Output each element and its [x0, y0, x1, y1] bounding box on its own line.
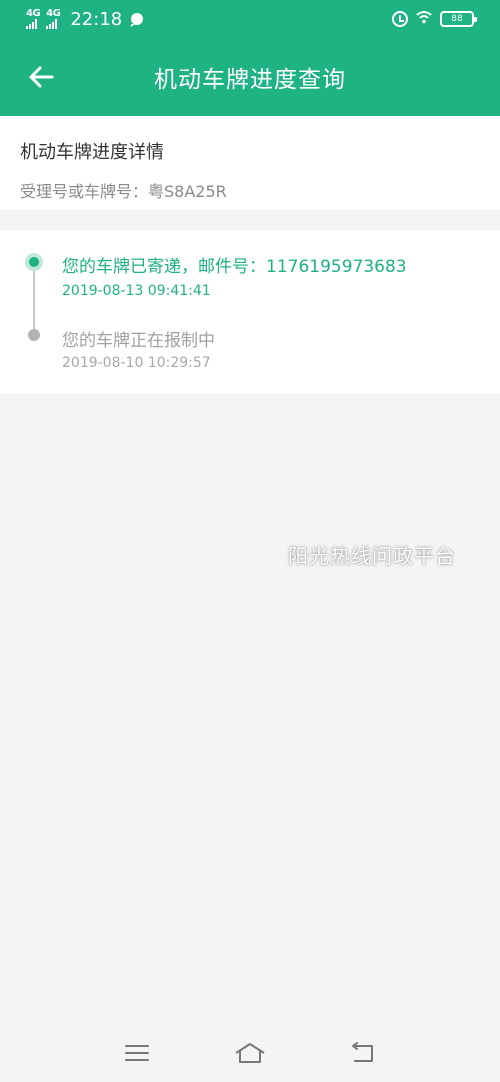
- status-left: 4G 4G 22:18: [26, 8, 144, 30]
- timeline-dot: [28, 329, 40, 341]
- home-button[interactable]: [230, 1033, 270, 1073]
- signal-label-1: 4G: [26, 8, 41, 19]
- plate-info: 受理号或车牌号：粤S8A25R: [20, 178, 480, 202]
- signal-icon-2: 4G: [46, 8, 61, 29]
- timeline-item-time: 2019-08-13 09:41:41: [62, 283, 211, 299]
- timeline-item-time: 2019-08-10 10:29:57: [62, 355, 211, 371]
- status-right: 88: [392, 10, 477, 28]
- status-time: 22:18: [70, 8, 123, 30]
- menu-icon: [124, 1045, 149, 1061]
- timeline-connector: [33, 262, 35, 334]
- plate-value: 粤S8A25R: [148, 182, 227, 201]
- home-icon: [235, 1043, 265, 1063]
- signal-icon: 4G: [26, 8, 41, 29]
- arrow-left-icon: [29, 66, 54, 88]
- return-button[interactable]: [343, 1033, 383, 1073]
- battery-level: 88: [451, 14, 463, 24]
- timeline-dot-active: [25, 253, 43, 271]
- plate-label: 受理号或车牌号：: [20, 182, 149, 201]
- system-nav-bar: [0, 1024, 500, 1082]
- battery-icon: 88: [440, 11, 477, 27]
- status-bar: 4G 4G 22:18 88: [0, 0, 500, 38]
- info-card: 机动车牌进度详情 受理号或车牌号：粤S8A25R: [0, 116, 500, 210]
- app-header: 机动车牌进度查询: [0, 38, 500, 116]
- timeline-item-text: 您的车牌已寄递，邮件号：1176195973683: [62, 257, 407, 277]
- wifi-icon: [416, 10, 432, 28]
- menu-button[interactable]: [117, 1033, 157, 1073]
- return-icon: [352, 1042, 374, 1062]
- message-bubble-icon: [131, 13, 144, 27]
- alarm-clock-icon: [392, 11, 408, 27]
- watermark: 阳光热线问政平台: [288, 544, 456, 568]
- info-title: 机动车牌进度详情: [20, 142, 164, 163]
- page-title: 机动车牌进度查询: [154, 67, 346, 93]
- signal-label-2: 4G: [46, 8, 61, 19]
- back-button[interactable]: [24, 60, 58, 94]
- timeline-item-text: 您的车牌正在报制中: [62, 331, 215, 351]
